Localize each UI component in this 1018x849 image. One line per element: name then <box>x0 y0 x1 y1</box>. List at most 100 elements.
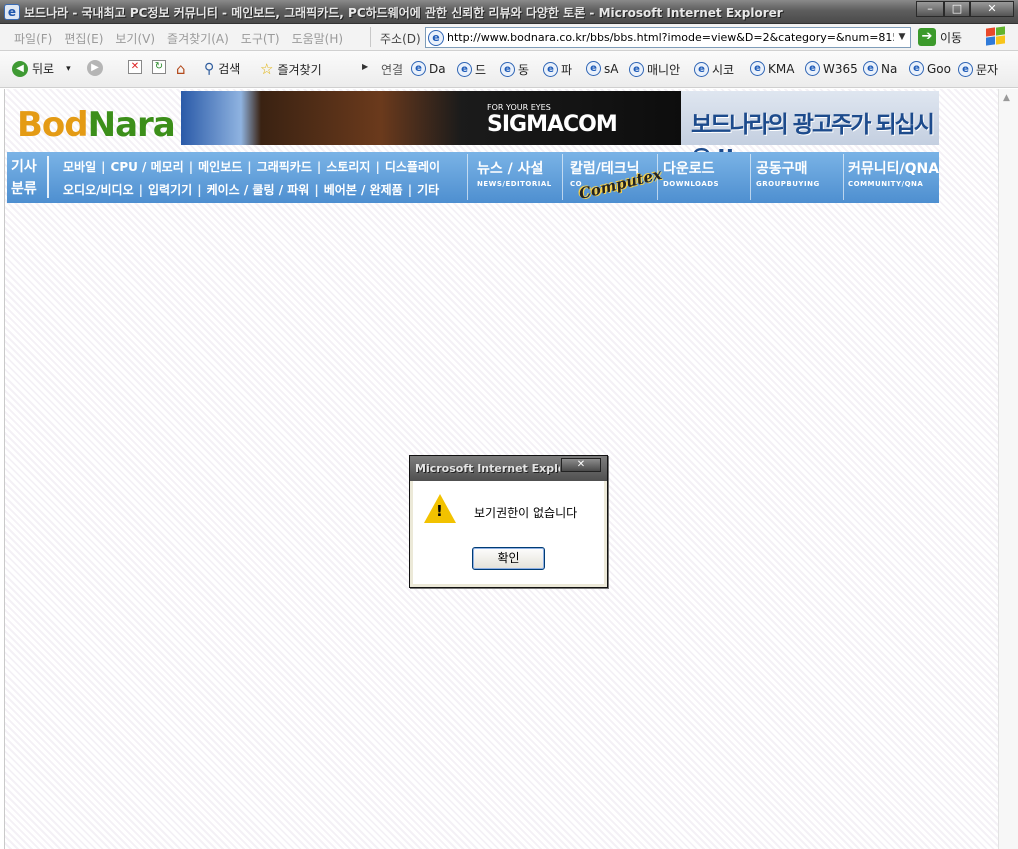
maximize-button[interactable]: □ <box>944 1 970 17</box>
nav-mobile[interactable]: 모바일 <box>63 160 96 174</box>
back-dropdown-icon[interactable]: ▾ <box>66 64 71 74</box>
refresh-button[interactable]: ↻ <box>152 60 166 74</box>
nav-graphics[interactable]: 그래픽카드 <box>257 160 312 174</box>
link-item[interactable]: e동 <box>500 61 529 78</box>
link-item[interactable]: e sA <box>586 61 618 76</box>
go-label: 이동 <box>940 30 963 45</box>
ok-button[interactable]: 확인 <box>472 547 545 570</box>
nav-separator <box>467 154 468 200</box>
search-button[interactable]: ⚲ 검색 <box>204 60 240 77</box>
nav-downloads[interactable]: 다운로드 DOWNLOADS <box>663 158 719 188</box>
menu-edit[interactable]: 편집(E) <box>58 30 109 47</box>
page-icon: e <box>428 29 444 46</box>
link-item[interactable]: e 문자 <box>958 61 998 78</box>
back-label: 뒤로 <box>32 62 55 76</box>
ie-link-icon: e <box>457 62 472 77</box>
ie-link-icon: e <box>629 62 644 77</box>
link-item[interactable]: e 매니안 <box>629 61 680 78</box>
refresh-icon: ↻ <box>152 60 166 74</box>
nav-separator <box>843 154 844 200</box>
nav-mainboard[interactable]: 메인보드 <box>198 160 242 174</box>
search-icon: ⚲ <box>204 60 215 77</box>
ie-link-icon: e <box>543 62 558 77</box>
close-window-button[interactable]: ✕ <box>970 1 1014 17</box>
nav-community[interactable]: 커뮤니티/QNA COMMUNITY/QNA <box>848 158 939 188</box>
menu-separator <box>370 27 371 47</box>
nav-separator <box>562 154 563 200</box>
stop-icon: ✕ <box>128 60 142 74</box>
address-bar[interactable]: e http://www.bodnara.co.kr/bbs/bbs.html?… <box>425 27 911 48</box>
scroll-up-icon[interactable]: ▲ <box>1003 93 1010 103</box>
windows-logo-icon <box>984 26 1008 47</box>
link-item[interactable]: e드 <box>457 61 486 78</box>
favorites-label: 즐겨찾기 <box>277 62 322 77</box>
minimize-button[interactable]: – <box>916 1 944 17</box>
dialog-body: ! 보기권한이 없습니다 확인 <box>413 481 604 584</box>
alert-dialog: Microsoft Internet Explo ✕ ! 보기권한이 없습니다 … <box>409 455 608 588</box>
advertise-banner[interactable]: 보드나라의 광고주가 되십시오 !! <box>681 91 939 172</box>
window-title: 보드나라 - 국내최고 PC정보 커뮤니티 - 메인보드, 그래픽카드, PC하… <box>24 6 783 20</box>
menu-help[interactable]: 도움말(H) <box>286 30 350 47</box>
nav-cpu-memory[interactable]: CPU / 메모리 <box>111 160 184 174</box>
ie-link-icon: e <box>805 61 820 76</box>
url-text[interactable]: http://www.bodnara.co.kr/bbs/bbs.html?im… <box>447 31 894 44</box>
nav-display[interactable]: 디스플레이 <box>385 160 440 174</box>
link-item[interactable]: e파 <box>543 61 572 78</box>
nav-input[interactable]: 입력기기 <box>148 183 192 197</box>
link-item[interactable]: e W365 <box>805 61 858 76</box>
menu-bar: 파일(F) 편집(E) 보기(V) 즐겨찾기(A) 도구(T) 도움말(H) 주… <box>0 24 1018 51</box>
ie-link-icon: e <box>586 61 601 76</box>
nav-audio-video[interactable]: 오디오/비디오 <box>63 183 134 197</box>
dialog-title-bar[interactable]: Microsoft Internet Explo ✕ <box>410 456 607 481</box>
dialog-close-button[interactable]: ✕ <box>561 458 601 472</box>
browser-toolbar: ◀ 뒤로 ▾ ▶ ✕ ↻ ⌂ ⚲ 검색 ☆ 즐겨찾기 ▶ 연결 e Da e드 e… <box>0 51 1018 88</box>
nav-barebone[interactable]: 베어본 / 완제품 <box>324 183 403 197</box>
nav-separator <box>750 154 751 200</box>
nav-divider <box>47 156 49 198</box>
ie-link-icon: e <box>958 62 973 77</box>
link-item[interactable]: e Da <box>411 61 446 76</box>
go-button[interactable]: ➔ 이동 <box>918 28 962 46</box>
nav-groupbuying[interactable]: 공동구매 GROUPBUYING <box>756 158 820 188</box>
nav-row-2: 오디오/비디오 | 입력기기 | 케이스 / 쿨링 / 파워 | 베어본 / 완제품 | 기타 <box>63 183 440 197</box>
ie-app-icon: e <box>4 4 20 20</box>
back-button[interactable]: ◀ 뒤로 ▾ <box>12 60 71 77</box>
nav-case-cooling-power[interactable]: 케이스 / 쿨링 / 파워 <box>207 183 310 197</box>
link-item[interactable]: e KMA <box>750 61 794 76</box>
address-dropdown-icon[interactable]: ▼ <box>894 29 910 46</box>
ie-link-icon: e <box>909 61 924 76</box>
ie-link-icon: e <box>694 62 709 77</box>
link-item[interactable]: e 시코 <box>694 61 734 78</box>
banner-brand: SIGMACOM <box>487 112 618 137</box>
nav-storage[interactable]: 스토리지 <box>326 160 370 174</box>
address-label: 주소(D) <box>380 32 421 46</box>
back-arrow-icon: ◀ <box>12 60 28 77</box>
menu-items: 파일(F) 편집(E) 보기(V) 즐겨찾기(A) 도구(T) 도움말(H) <box>8 30 349 47</box>
link-item[interactable]: e Na <box>863 61 897 76</box>
title-bar: e 보드나라 - 국내최고 PC정보 커뮤니티 - 메인보드, 그래픽카드, P… <box>0 0 1018 24</box>
bodnara-logo[interactable]: BodNara <box>17 105 176 145</box>
home-button[interactable]: ⌂ <box>176 60 186 78</box>
link-item[interactable]: e Goo <box>909 61 951 76</box>
menu-favorites[interactable]: 즐겨찾기(A) <box>161 30 235 47</box>
menu-file[interactable]: 파일(F) <box>8 30 58 47</box>
nav-row-1: 모바일 | CPU / 메모리 | 메인보드 | 그래픽카드 | 스토리지 | 디스플레이 <box>63 160 441 174</box>
nav-news[interactable]: 뉴스 / 사설 NEWS/EDITORIAL <box>477 158 552 188</box>
ie-link-icon: e <box>411 61 426 76</box>
toolbar-chevron-icon[interactable]: ▶ <box>362 62 368 71</box>
menu-tools[interactable]: 도구(T) <box>235 30 286 47</box>
forward-arrow-icon: ▶ <box>87 60 103 76</box>
menu-view[interactable]: 보기(V) <box>109 30 161 47</box>
sigmacom-banner[interactable]: FOR YOUR EYES SIGMACOM <box>181 91 681 145</box>
dialog-message: 보기권한이 없습니다 <box>474 506 578 520</box>
forward-button[interactable]: ▶ <box>87 60 103 76</box>
nav-etc[interactable]: 기타 <box>417 183 439 197</box>
star-icon: ☆ <box>260 60 274 78</box>
nav-category-label: 기사 분류 <box>11 159 37 197</box>
vertical-scrollbar[interactable]: ▲ <box>998 89 1018 849</box>
stop-button[interactable]: ✕ <box>128 60 142 74</box>
ie-link-icon: e <box>500 62 515 77</box>
ie-link-icon: e <box>750 61 765 76</box>
ie-link-icon: e <box>863 61 878 76</box>
favorites-button[interactable]: ☆ 즐겨찾기 <box>260 60 322 78</box>
